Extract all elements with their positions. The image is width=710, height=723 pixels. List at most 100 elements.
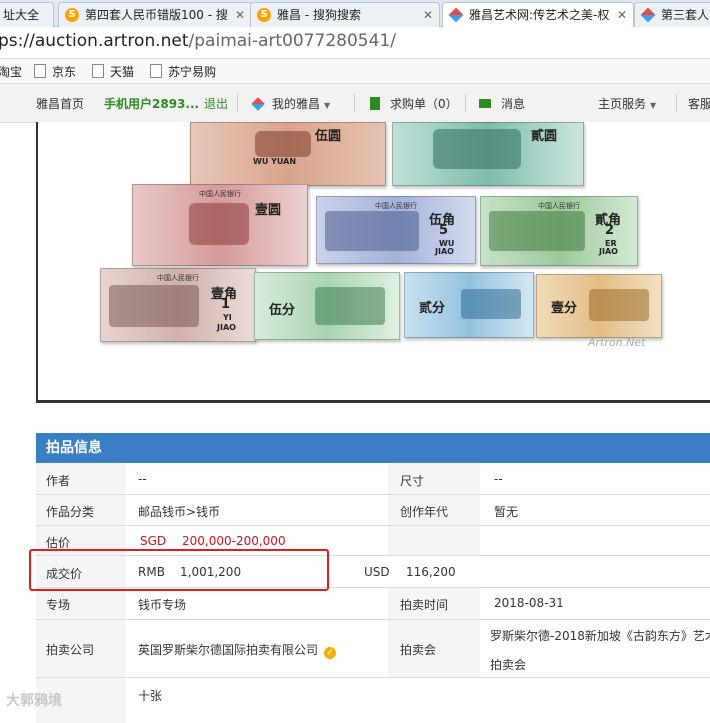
bookmark-label: 苏宁易购	[168, 65, 217, 79]
auction-value-line2[interactable]: 拍卖会	[490, 656, 526, 673]
banknote-denomination: 伍分	[269, 303, 296, 318]
description-value: 十张	[138, 689, 163, 703]
bookmark-jd[interactable]: 京东	[34, 63, 76, 80]
bookmarks-bar: 淘宝 京东 天猫 苏宁易购	[0, 59, 710, 84]
artron-icon	[448, 7, 464, 23]
estimate-value: 200,000-200,000	[182, 534, 286, 548]
page-icon	[34, 64, 46, 78]
browser-tab-strip: 址大全 S 第四套人民币错版100 - 搜 ✕ S 雅昌 - 搜狗搜索 ✕ 雅昌…	[0, 0, 710, 27]
banknote-2-fen: 贰分	[404, 272, 534, 338]
date-label: 拍卖时间	[400, 598, 449, 612]
artron-icon	[251, 97, 265, 111]
vignette	[325, 211, 419, 251]
divider	[237, 94, 238, 112]
banknote-header: 中国人民银行	[199, 190, 241, 198]
estimate-currency: SGD	[140, 534, 167, 548]
sogou-icon: S	[65, 8, 79, 22]
divider	[465, 94, 466, 112]
vignette	[433, 129, 521, 169]
section-heading: 拍品信息	[36, 433, 710, 463]
document-icon	[370, 97, 380, 110]
tab-title: 雅昌 - 搜狗搜索	[277, 8, 361, 22]
banknote-5-jiao: 中国人民银行 伍角 5 WU JIAO	[316, 196, 476, 264]
company-label: 拍卖公司	[46, 643, 95, 657]
bookmark-tmall[interactable]: 天猫	[92, 63, 134, 80]
bookmark-taobao[interactable]: 淘宝	[0, 63, 22, 80]
tab-title: 雅昌艺术网:传艺术之美-权	[469, 8, 610, 22]
nav-label: 我的雅昌	[272, 97, 321, 111]
banknote-2-jiao: 中国人民银行 貳角 2 ER JIAO	[480, 196, 638, 266]
company-name: 英国罗斯柴尔德国际拍卖有限公司	[138, 643, 319, 657]
divider	[676, 94, 677, 112]
artron-watermark: Artron.Net	[588, 336, 646, 349]
nav-my-artron[interactable]: 我的雅昌 ▼	[251, 95, 330, 112]
auction-value[interactable]: 罗斯柴尔德-2018新加坡《古韵东方》艺术	[490, 627, 710, 644]
nav-home-link[interactable]: 雅昌首页	[36, 95, 84, 112]
year-label: 创作年代	[400, 505, 449, 519]
session-label: 专场	[46, 598, 71, 612]
nav-order-link[interactable]: 求购单（0）	[370, 95, 458, 112]
address-bar[interactable]: ps://auction.artron.net/paimai-art007728…	[0, 27, 710, 59]
banknote-5-yuan: 伍圆 WU YUAN	[190, 122, 386, 186]
vignette	[255, 131, 311, 157]
row-divider	[36, 677, 710, 678]
divider	[354, 94, 355, 112]
url-host: auction.artron.net	[34, 31, 189, 51]
url-text[interactable]: ps://auction.artron.net/paimai-art007728…	[0, 31, 396, 51]
banknote-denomination: 壹分	[551, 301, 578, 316]
auction-info-table: 拍品信息 作者 -- 尺寸 -- 作品分类 邮品钱币>钱币 创作年代 暂无 估价…	[36, 433, 710, 723]
banknote-latin: YI	[223, 313, 232, 322]
banknote-denomination: 贰分	[419, 301, 446, 316]
nav-messages-link[interactable]: 消息	[479, 95, 525, 112]
page-icon	[92, 64, 104, 78]
category-value: 邮品钱币>钱币	[138, 505, 221, 519]
artwork-image[interactable]: 伍圆 WU YUAN 貳圆 中国人民银行 壹圆 中国人民银行 伍角 5 WU J…	[36, 122, 710, 403]
nav-logout-link[interactable]: 退出	[204, 95, 228, 112]
tab-title: 第四套人民币错版100 - 搜	[85, 8, 228, 22]
author-value: --	[138, 472, 147, 486]
vignette	[189, 203, 249, 245]
date-value: 2018-08-31	[494, 596, 564, 610]
corner-watermark: 大郭鸦境	[6, 693, 62, 709]
label-column	[36, 463, 126, 723]
tab-4-active[interactable]: 雅昌艺术网:传艺术之美-权 ✕	[442, 2, 634, 27]
artron-icon	[640, 7, 656, 23]
nav-user-link[interactable]: 手机用户2893...	[104, 95, 199, 112]
vignette	[461, 289, 521, 319]
tab-5[interactable]: 第三套人	[634, 2, 710, 27]
close-icon[interactable]: ✕	[235, 3, 245, 27]
banknote-latin: WU YUAN	[253, 157, 297, 166]
banknote-1-jiao: 中国人民银行 壹角 1 YI JIAO	[100, 268, 256, 342]
nav-support-link[interactable]: 客服	[688, 95, 710, 112]
banknote-latin: JIAO	[435, 247, 454, 256]
company-value[interactable]: 英国罗斯柴尔德国际拍卖有限公司 ✓	[138, 641, 337, 659]
url-path: /paimai-art0077280541/	[188, 31, 396, 51]
banknote-numeral: 5	[439, 223, 449, 238]
annotation-highlight-box	[29, 549, 329, 591]
session-value[interactable]: 钱币专场	[138, 596, 186, 613]
tab-2[interactable]: S 第四套人民币错版100 - 搜 ✕	[58, 2, 252, 27]
year-value: 暂无	[494, 505, 519, 519]
url-scheme: ps://	[0, 31, 35, 51]
tab-3[interactable]: S 雅昌 - 搜狗搜索 ✕	[250, 2, 440, 27]
bookmark-suning[interactable]: 苏宁易购	[150, 63, 216, 80]
usd-value: 116,200	[406, 565, 456, 579]
bookmark-label: 天猫	[110, 65, 135, 79]
banknote-latin: JIAO	[217, 323, 236, 332]
banknote-1-fen: 壹分	[536, 274, 662, 338]
banknote-2-yuan: 貳圆	[392, 122, 584, 186]
auction-label: 拍卖会	[400, 643, 437, 657]
bookmark-label: 京东	[52, 65, 77, 79]
nav-label: 主页服务	[598, 97, 647, 111]
tab-title: 第三套人	[661, 8, 710, 22]
banknote-latin: JIAO	[599, 247, 618, 256]
close-icon[interactable]: ✕	[423, 3, 433, 27]
tab-1[interactable]: 址大全	[0, 2, 54, 27]
author-label: 作者	[46, 474, 71, 488]
vignette	[109, 285, 199, 327]
row-divider	[36, 619, 710, 620]
close-icon[interactable]: ✕	[617, 3, 627, 27]
banknote-1-yuan: 中国人民银行 壹圆	[132, 184, 308, 266]
nav-services-menu[interactable]: 主页服务 ▼	[598, 95, 656, 112]
vignette	[315, 287, 385, 325]
